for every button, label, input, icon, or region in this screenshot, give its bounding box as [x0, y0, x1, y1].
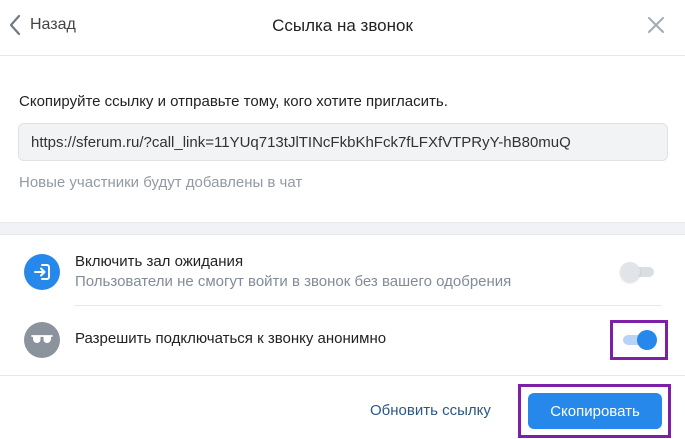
call-link-field[interactable]: https://sferum.ru/?call_link=11YUq713tJl… — [18, 123, 668, 161]
back-button[interactable]: Назад — [8, 10, 82, 40]
dialog-header: Назад Ссылка на звонок — [0, 0, 685, 56]
enter-door-icon — [24, 254, 60, 290]
dialog-footer: Обновить ссылку Скопировать — [0, 375, 685, 439]
section-separator — [0, 222, 685, 235]
chevron-left-icon — [8, 14, 22, 36]
close-icon — [645, 14, 667, 36]
link-section: Скопируйте ссылку и отправьте тому, кого… — [0, 57, 685, 222]
copy-button[interactable]: Скопировать — [528, 393, 662, 429]
waiting-room-toggle[interactable] — [620, 261, 656, 283]
dialog-title: Ссылка на звонок — [272, 16, 413, 35]
link-hint: Новые участники будут добавлены в чат — [19, 174, 303, 191]
close-button[interactable] — [645, 14, 667, 36]
back-label: Назад — [30, 16, 76, 33]
waiting-room-subtitle: Пользователи не смогут войти в звонок бе… — [75, 273, 512, 290]
call-link-dialog: Назад Ссылка на звонок Скопируйте ссылку… — [0, 0, 685, 439]
anonymous-access-title: Разрешить подключаться к звонку анонимно — [75, 330, 387, 347]
toggle-knob — [620, 262, 640, 282]
waiting-room-title: Включить зал ожидания — [75, 253, 244, 270]
toggle-highlight-frame — [610, 320, 668, 360]
sunglasses-icon — [24, 322, 60, 358]
anonymous-access-row[interactable]: Разрешить подключаться к звонку анонимно — [0, 306, 685, 374]
instruction-text: Скопируйте ссылку и отправьте тому, кого… — [19, 93, 448, 110]
waiting-room-row[interactable]: Включить зал ожидания Пользователи не см… — [0, 236, 685, 306]
refresh-link-button[interactable]: Обновить ссылку — [370, 402, 491, 419]
